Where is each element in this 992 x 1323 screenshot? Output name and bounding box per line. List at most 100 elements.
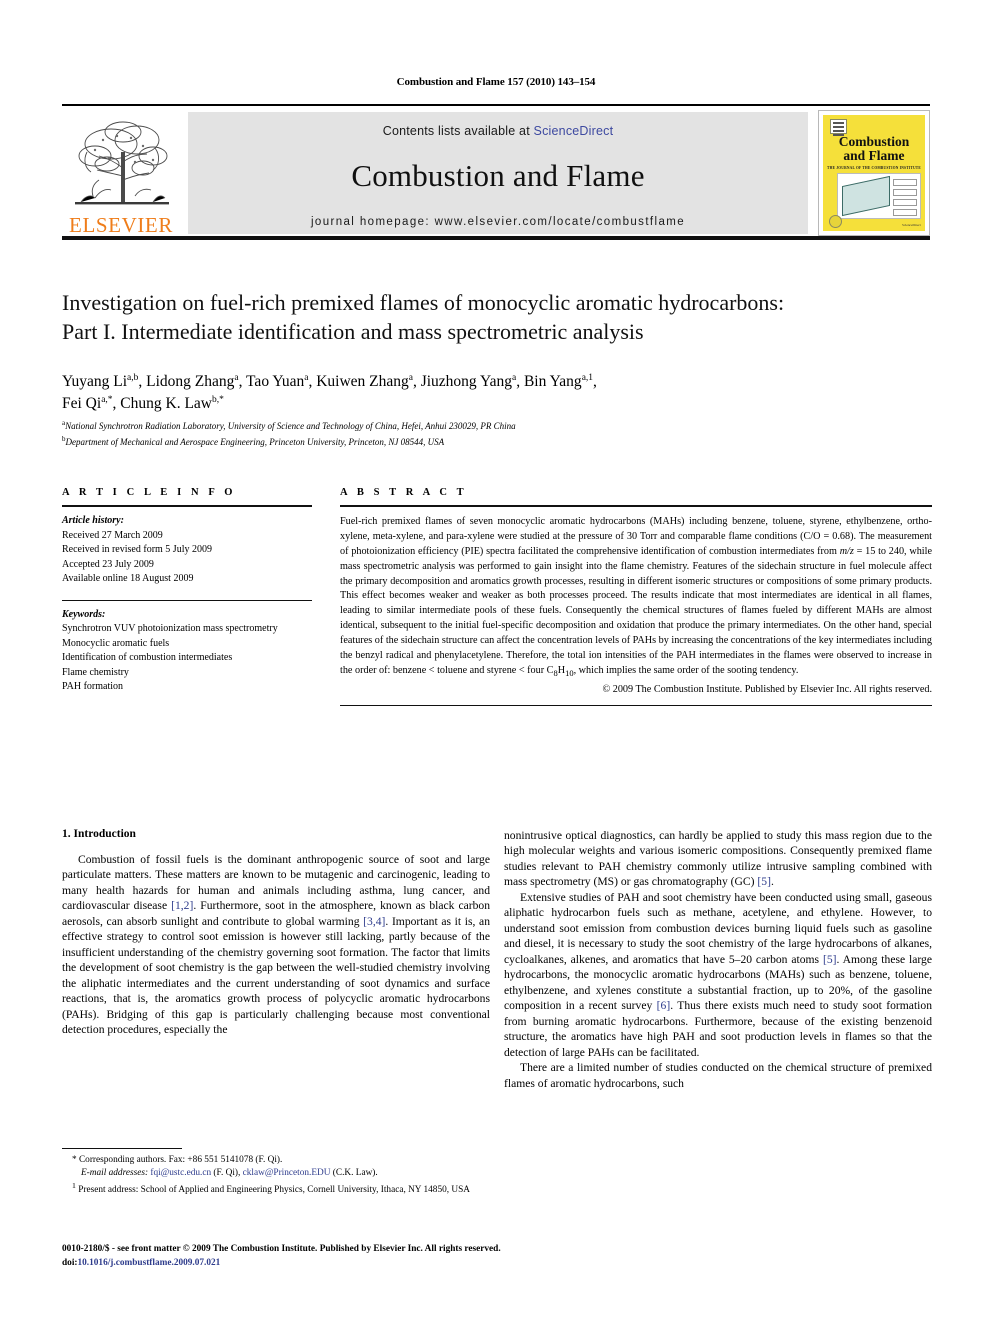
abstract-bottom-rule — [340, 705, 932, 707]
para-text: nonintrusive optical diagnostics, can ha… — [504, 829, 932, 889]
title-line-1: Investigation on fuel-rich premixed flam… — [62, 290, 785, 315]
abstract-formula-mid: H — [557, 664, 566, 676]
elsevier-tree-icon — [65, 118, 177, 214]
abstract-formula-sub-2: 10 — [565, 667, 574, 678]
author-affil-marker: a — [304, 372, 309, 383]
cover-artwork-box-3 — [893, 199, 917, 206]
keyword-item: Monocyclic aromatic fuels — [62, 637, 170, 649]
abstract-part-3: , which implies the same order of the so… — [573, 664, 799, 676]
author-affil-marker: a,b — [127, 372, 139, 383]
paragraph: nonintrusive optical diagnostics, can ha… — [504, 828, 932, 890]
footnotes-block: * Corresponding authors. Fax: +86 551 51… — [62, 1148, 490, 1198]
abstract-part-2: = 15 to 240, while mass spectrometric an… — [340, 545, 932, 676]
journal-homepage-url[interactable]: journal homepage: www.elsevier.com/locat… — [188, 216, 808, 228]
section-heading-introduction: 1. Introduction — [62, 828, 136, 840]
history-item: Received in revised form 5 July 2009 — [62, 544, 212, 555]
elsevier-logo: ELSEVIER — [62, 110, 180, 236]
cover-publisher-mark: ScienceDirect — [901, 223, 921, 227]
doi-prefix: doi: — [62, 1257, 78, 1268]
imprint-block: 0010-2180/$ - see front matter © 2009 Th… — [62, 1243, 662, 1271]
citation-ref[interactable]: [3,4] — [363, 915, 385, 928]
citation-ref[interactable]: [5] — [757, 875, 771, 888]
citation-ref[interactable]: [6] — [657, 999, 671, 1012]
footnote-present-address: 1 Present address: School of Applied and… — [72, 1180, 490, 1197]
abstract-panel: A B S T R A C T Fuel-rich premixed flame… — [340, 487, 932, 707]
contents-available-line: Contents lists available at ScienceDirec… — [188, 112, 808, 138]
doi-line: doi:10.1016/j.combustflame.2009.07.021 — [62, 1257, 662, 1271]
cover-title: Combustion and Flame — [823, 134, 925, 163]
affiliation-a-text: National Synchrotron Radiation Laborator… — [65, 421, 516, 431]
para-text: . — [770, 875, 774, 889]
abstract-rule — [340, 505, 932, 507]
footnote-rule — [62, 1148, 182, 1149]
cover-badge-icon — [830, 119, 847, 136]
email-link-law[interactable]: cklaw@Princeton.EDU — [243, 1168, 331, 1178]
sciencedirect-link[interactable]: ScienceDirect — [534, 124, 614, 138]
article-info-panel: A R T I C L E I N F O Article history: R… — [62, 487, 312, 695]
author-affil-marker: a — [234, 372, 239, 383]
history-item: Accepted 23 July 2009 — [62, 558, 154, 570]
cover-artwork-box-4 — [893, 209, 917, 216]
cover-title-line1: Combustion — [838, 134, 910, 149]
article-info-heading: A R T I C L E I N F O — [62, 487, 237, 498]
cover-image: Combustion and Flame THE JOURNAL OF THE … — [823, 115, 925, 231]
keyword-item: Synchrotron VUV photoionization mass spe… — [62, 623, 278, 634]
author-affil-marker: a — [408, 372, 413, 383]
author-line-1: Yuyang Lia,b, Lidong Zhanga, Tao Yuana, … — [62, 372, 597, 390]
email-link-qi[interactable]: fqi@ustc.edu.cn — [150, 1168, 211, 1178]
cover-artwork-box-1 — [893, 179, 917, 186]
keywords-block: Keywords: Synchrotron VUV photoionizatio… — [62, 608, 312, 695]
author-affil-marker: b,* — [211, 394, 224, 405]
affiliation-b: bDepartment of Mechanical and Aerospace … — [62, 434, 932, 450]
para-text: . Important as it is, an effective strat… — [62, 914, 490, 1037]
citation-ref[interactable]: [5] — [823, 953, 837, 966]
author-list: Yuyang Lia,b, Lidong Zhanga, Tao Yuana, … — [62, 371, 932, 415]
abstract-text: Fuel-rich premixed flames of seven monoc… — [340, 515, 932, 679]
abstract-mz-italic: m/z — [839, 545, 854, 557]
citation-ref[interactable]: [1,2] — [171, 899, 193, 912]
email-addresses-label: E-mail addresses: — [81, 1168, 149, 1179]
page-title: Investigation on fuel-rich premixed flam… — [62, 288, 932, 347]
paragraph: Extensive studies of PAH and soot chemis… — [504, 890, 932, 1060]
cover-artwork-slab — [842, 175, 890, 217]
masthead-top-rule — [62, 104, 930, 106]
paper-page: Combustion and Flame 157 (2010) 143–154 — [0, 0, 992, 1323]
elsevier-wordmark: ELSEVIER — [69, 213, 173, 237]
author-affil-marker: a — [512, 372, 517, 383]
running-head: Combustion and Flame 157 (2010) 143–154 — [396, 76, 596, 88]
title-line-2: Part I. Intermediate identification and … — [62, 319, 644, 345]
doi-link[interactable]: 10.1016/j.combustflame.2009.07.021 — [78, 1258, 221, 1268]
author-affil-marker: a,* — [101, 394, 113, 405]
article-history-label: Article history: — [62, 515, 124, 526]
author-affil-marker: a,1 — [581, 372, 594, 383]
footnote-emails: E-mail addresses: fqi@ustc.edu.cn (F. Qi… — [72, 1167, 490, 1180]
history-item: Available online 18 August 2009 — [62, 573, 194, 584]
footnote-corresponding-text: Corresponding authors. Fax: +86 551 5141… — [78, 1155, 283, 1165]
imprint-line: 0010-2180/$ - see front matter © 2009 Th… — [62, 1244, 501, 1254]
contents-prefix: Contents lists available at — [382, 124, 534, 138]
body-column-right: nonintrusive optical diagnostics, can ha… — [504, 828, 932, 1091]
keyword-item: Flame chemistry — [62, 666, 129, 678]
footnote-marker-one: 1 — [72, 1181, 76, 1191]
journal-masthead: ELSEVIER Contents lists available at Sci… — [62, 104, 930, 240]
cover-artwork-box-2 — [893, 189, 917, 196]
cover-artwork — [837, 173, 921, 219]
article-info-rule — [62, 505, 312, 507]
affiliation-b-text: Department of Mechanical and Aerospace E… — [65, 436, 445, 447]
abstract-heading: A B S T R A C T — [340, 487, 468, 498]
article-history: Article history: Received 27 March 2009 … — [62, 514, 312, 587]
journal-title: Combustion and Flame — [351, 158, 645, 193]
history-item: Received 27 March 2009 — [62, 529, 163, 541]
keywords-label: Keywords: — [62, 608, 106, 620]
body-column-left: 1. Introduction Combustion of fossil fue… — [62, 828, 490, 1038]
paragraph: There are a limited number of studies co… — [504, 1061, 932, 1090]
cover-subtitle: THE JOURNAL OF THE COMBUSTION INSTITUTE — [827, 166, 921, 170]
masthead-bottom-rule — [62, 236, 930, 240]
cover-seal-icon — [829, 215, 842, 228]
paragraph: Combustion of fossil fuels is the domina… — [62, 852, 490, 1038]
journal-cover-thumbnail[interactable]: Combustion and Flame THE JOURNAL OF THE … — [818, 110, 930, 236]
email-owner-law: (C.K. Law). — [330, 1168, 378, 1179]
abstract-copyright: © 2009 The Combustion Institute. Publish… — [602, 684, 932, 696]
footnote-corresponding: * Corresponding authors. Fax: +86 551 51… — [72, 1154, 490, 1167]
footnote-marker-star: * — [72, 1155, 77, 1165]
